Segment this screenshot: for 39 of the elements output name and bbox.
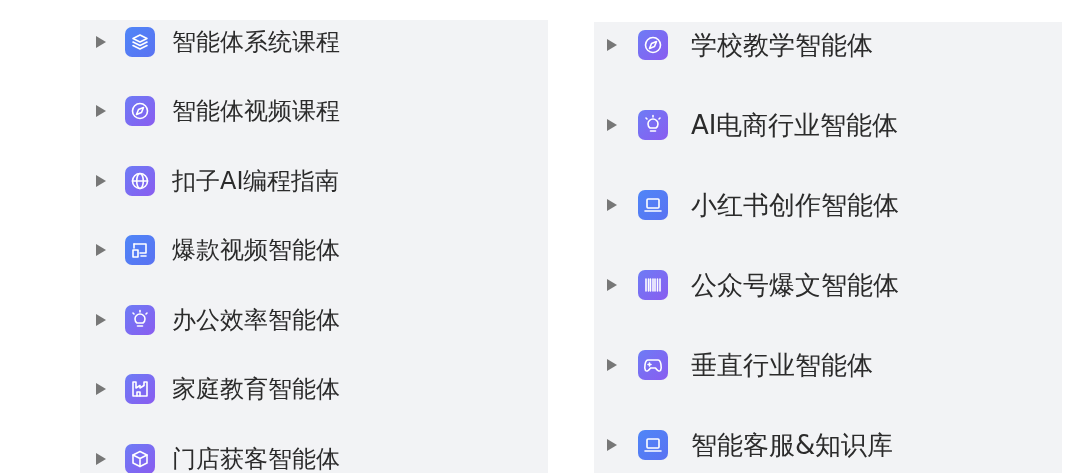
caret-icon[interactable] bbox=[96, 383, 106, 396]
monitor-icon bbox=[125, 235, 155, 266]
list-item-label[interactable]: AI电商行业智能体 bbox=[691, 107, 899, 143]
lightbulb-icon bbox=[125, 304, 155, 335]
caret-icon[interactable] bbox=[96, 105, 106, 118]
list-item-label[interactable]: 智能体视频课程 bbox=[172, 95, 340, 128]
list-item-label[interactable]: 垂直行业智能体 bbox=[691, 347, 873, 383]
caret-icon[interactable] bbox=[96, 35, 106, 48]
list-item-label[interactable]: 扣子AI编程指南 bbox=[172, 164, 340, 197]
list-item-label[interactable]: 学校教学智能体 bbox=[691, 27, 873, 63]
caret-icon[interactable] bbox=[96, 313, 106, 326]
barcode-icon bbox=[638, 270, 668, 300]
list-item-label[interactable]: 爆款视频智能体 bbox=[172, 234, 340, 267]
caret-icon[interactable] bbox=[96, 452, 106, 465]
list-item-label[interactable]: 智能客服&知识库 bbox=[691, 427, 894, 463]
compass-icon bbox=[125, 96, 155, 127]
caret-icon[interactable] bbox=[607, 439, 617, 451]
laptop-icon bbox=[638, 190, 668, 220]
layers-icon bbox=[125, 26, 155, 57]
caret-icon[interactable] bbox=[607, 359, 617, 371]
factory-icon bbox=[125, 374, 155, 405]
list-item-label[interactable]: 公众号爆文智能体 bbox=[691, 267, 899, 303]
globe-icon bbox=[125, 165, 155, 196]
list-item-label[interactable]: 小红书创作智能体 bbox=[691, 187, 899, 223]
list-item-label[interactable]: 办公效率智能体 bbox=[172, 303, 340, 336]
list-item-label[interactable]: 门店获客智能体 bbox=[172, 442, 340, 473]
caret-icon[interactable] bbox=[607, 119, 617, 131]
caret-icon[interactable] bbox=[96, 244, 106, 257]
compass-icon bbox=[638, 30, 668, 60]
laptop-icon bbox=[638, 430, 668, 460]
gamepad-icon bbox=[638, 350, 668, 380]
caret-icon[interactable] bbox=[607, 199, 617, 211]
list-item-label[interactable]: 家庭教育智能体 bbox=[172, 373, 340, 406]
caret-icon[interactable] bbox=[96, 174, 106, 187]
caret-icon[interactable] bbox=[607, 39, 617, 51]
list-item-label[interactable]: 智能体系统课程 bbox=[172, 25, 340, 58]
caret-icon[interactable] bbox=[607, 279, 617, 291]
lightbulb-icon bbox=[638, 110, 668, 140]
cube-icon bbox=[125, 443, 155, 473]
